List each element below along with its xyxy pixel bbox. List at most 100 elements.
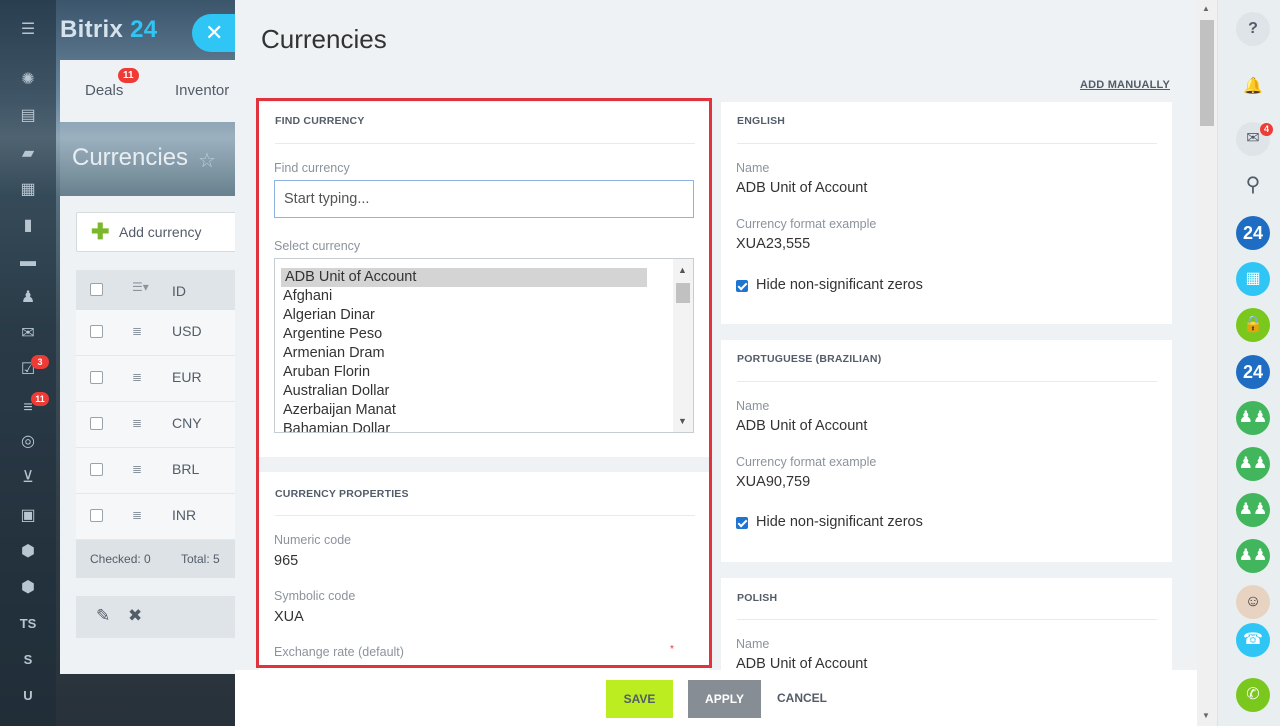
- scroll-down-icon[interactable]: ▼: [1202, 711, 1210, 720]
- divider: [275, 515, 695, 516]
- row-checkbox[interactable]: [90, 509, 103, 522]
- tab-inventory[interactable]: Inventor: [175, 82, 229, 99]
- id-column-header[interactable]: ID: [172, 283, 186, 299]
- bitrix24-app-icon-2[interactable]: 24: [1236, 355, 1270, 389]
- hide-zeros-checkbox[interactable]: [736, 280, 748, 292]
- row-id: BRL: [172, 461, 200, 477]
- group-chat-icon[interactable]: ♟♟: [1236, 401, 1270, 435]
- column-settings-icon[interactable]: ☰▾: [132, 280, 149, 294]
- left-sidebar: ☰ ✺ ▤ ▰ ▦ ▮ ▬ ♟ ✉ ☑ 3 ≡ 11 ◎ ⊻ ▣ ⬢ ⬢ TS …: [0, 0, 56, 726]
- tab-deals[interactable]: Deals: [85, 82, 123, 99]
- hide-zeros-checkbox[interactable]: [736, 517, 748, 529]
- user-avatar[interactable]: ☺: [1236, 585, 1270, 619]
- feed-icon[interactable]: ✺: [18, 70, 38, 90]
- contact-card-icon[interactable]: ▣: [18, 506, 38, 526]
- currency-option[interactable]: Algerian Dinar: [283, 306, 375, 325]
- currency-option[interactable]: Afghani: [283, 287, 332, 306]
- drag-handle-icon[interactable]: ≣: [132, 416, 142, 430]
- list-scroll-thumb[interactable]: [676, 283, 690, 303]
- package-icon[interactable]: ⬢: [18, 578, 38, 598]
- sidebar-item-ts[interactable]: TS: [18, 614, 38, 634]
- drive-icon[interactable]: ▬: [18, 252, 38, 272]
- favorite-star-icon[interactable]: ☆: [198, 148, 216, 173]
- row-checkbox[interactable]: [90, 325, 103, 338]
- search-icon[interactable]: ⚲: [1236, 168, 1270, 202]
- row-checkbox[interactable]: [90, 463, 103, 476]
- name-value: ADB Unit of Account: [736, 418, 868, 434]
- divider: [737, 143, 1157, 144]
- name-value: ADB Unit of Account: [736, 180, 868, 196]
- select-all-checkbox[interactable]: [90, 283, 103, 296]
- panel-scroll-thumb[interactable]: [1200, 20, 1214, 126]
- language-header: PORTUGUESE (BRAZILIAN): [737, 353, 882, 365]
- table-row[interactable]: ≣ INR: [76, 494, 240, 540]
- add-manually-link[interactable]: ADD MANUALLY: [1080, 79, 1170, 91]
- drag-handle-icon[interactable]: ≣: [132, 370, 142, 384]
- save-button[interactable]: SAVE: [606, 680, 673, 718]
- currency-option[interactable]: Australian Dollar: [283, 382, 389, 401]
- currency-option[interactable]: Armenian Dram: [283, 344, 385, 363]
- required-mark: *: [670, 644, 674, 655]
- scroll-up-icon[interactable]: ▲: [678, 265, 687, 275]
- currency-properties-header: CURRENCY PROPERTIES: [275, 488, 409, 500]
- currency-option[interactable]: Bahamian Dollar: [283, 420, 390, 432]
- grid-actions: ✎ ✖: [76, 596, 240, 638]
- cancel-button[interactable]: CANCEL: [777, 691, 827, 705]
- scroll-up-icon[interactable]: ▲: [1202, 4, 1210, 13]
- currency-option-selected[interactable]: ADB Unit of Account: [281, 268, 647, 287]
- cart-icon[interactable]: ⊻: [18, 468, 38, 488]
- numeric-code-label: Numeric code: [274, 533, 352, 547]
- panel-scrollbar[interactable]: ▲ ▼: [1197, 0, 1217, 726]
- box-icon[interactable]: ⬢: [18, 542, 38, 562]
- numeric-code-value: 965: [274, 553, 299, 569]
- document-icon[interactable]: ▮: [18, 216, 38, 236]
- drag-handle-icon[interactable]: ≣: [132, 508, 142, 522]
- calendar-icon[interactable]: ▦: [18, 180, 38, 200]
- add-currency-button[interactable]: ✚ Add currency: [76, 212, 240, 252]
- row-checkbox[interactable]: [90, 371, 103, 384]
- sidebar-item-s[interactable]: S: [18, 650, 38, 670]
- currency-select-list[interactable]: ADB Unit of Account Afghani Algerian Din…: [274, 258, 694, 433]
- bitrix24-app-icon[interactable]: 24: [1236, 216, 1270, 250]
- language-card-portuguese: PORTUGUESE (BRAZILIAN) Name ADB Unit of …: [721, 340, 1172, 562]
- symbolic-code-value: XUA: [274, 609, 304, 625]
- mail-icon[interactable]: ✉: [18, 324, 38, 344]
- lock-icon[interactable]: 🔒: [1236, 308, 1270, 342]
- hide-zeros-label[interactable]: Hide non-significant zeros: [756, 514, 923, 530]
- calendar-app-icon[interactable]: ▦: [1236, 262, 1270, 296]
- table-row[interactable]: ≣ USD: [76, 310, 240, 356]
- apply-button[interactable]: APPLY: [688, 680, 761, 718]
- name-label: Name: [736, 637, 770, 651]
- table-row[interactable]: ≣ EUR: [76, 356, 240, 402]
- currency-option[interactable]: Azerbaijan Manat: [283, 401, 396, 420]
- chat-icon[interactable]: ▰: [18, 144, 38, 164]
- group-chat-icon[interactable]: ♟♟: [1236, 493, 1270, 527]
- scroll-down-icon[interactable]: ▼: [678, 416, 687, 426]
- help-icon[interactable]: ?: [1236, 12, 1270, 46]
- phone-app-icon[interactable]: ☎: [1236, 623, 1270, 657]
- group-chat-icon[interactable]: ♟♟: [1236, 447, 1270, 481]
- notifications-bell-icon[interactable]: 🔔: [1236, 70, 1270, 104]
- currency-option[interactable]: Aruban Florin: [283, 363, 370, 382]
- group-chat-icon[interactable]: ♟♟: [1236, 539, 1270, 573]
- currency-option[interactable]: Argentine Peso: [283, 325, 382, 344]
- tasks-icon[interactable]: ▤: [18, 106, 38, 126]
- find-currency-input[interactable]: [274, 180, 694, 218]
- row-checkbox[interactable]: [90, 417, 103, 430]
- logo-accent: 24: [130, 16, 158, 43]
- drag-handle-icon[interactable]: ≣: [132, 324, 142, 338]
- menu-icon[interactable]: ☰: [18, 20, 38, 40]
- call-icon[interactable]: ✆: [1236, 678, 1270, 712]
- add-currency-label: Add currency: [119, 224, 202, 240]
- grid-footer: Checked: 0 Total: 5: [76, 540, 240, 578]
- edit-pencil-icon[interactable]: ✎: [96, 606, 110, 626]
- target-icon[interactable]: ◎: [18, 432, 38, 452]
- sidebar-item-u[interactable]: U: [18, 686, 38, 706]
- users-icon[interactable]: ♟: [18, 288, 38, 308]
- list-scrollbar[interactable]: ▲ ▼: [673, 259, 693, 432]
- table-row[interactable]: ≣ BRL: [76, 448, 240, 494]
- drag-handle-icon[interactable]: ≣: [132, 462, 142, 476]
- hide-zeros-label[interactable]: Hide non-significant zeros: [756, 277, 923, 293]
- delete-x-icon[interactable]: ✖: [128, 606, 142, 626]
- table-row[interactable]: ≣ CNY: [76, 402, 240, 448]
